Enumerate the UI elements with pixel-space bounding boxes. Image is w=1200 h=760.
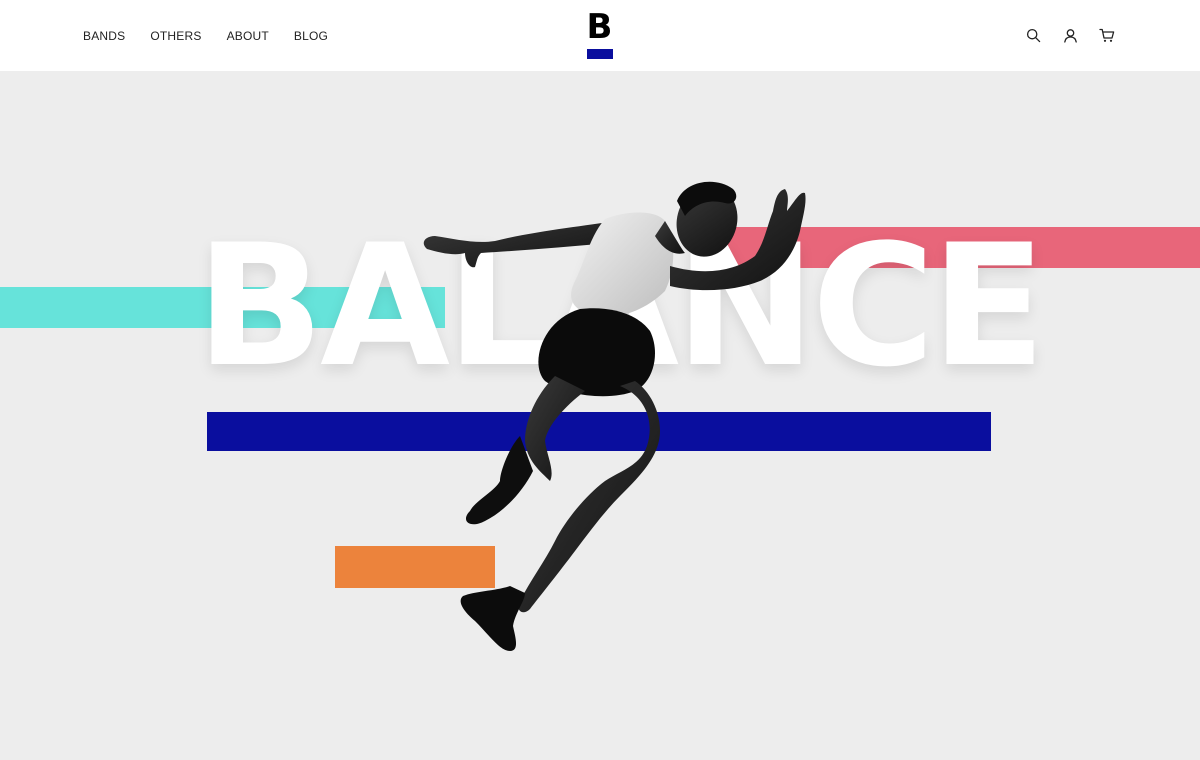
nav-link-about[interactable]: ABOUT [227, 28, 269, 44]
nav-link-others[interactable]: OTHERS [150, 28, 201, 44]
nav-link-bands[interactable]: BANDS [83, 28, 125, 44]
page: BANDS OTHERS ABOUT BLOG B [0, 0, 1200, 760]
logo-bar [587, 49, 613, 59]
cart-icon[interactable] [1098, 26, 1116, 44]
hero-section: BALANCE [0, 71, 1200, 760]
logo-letter: B [586, 7, 613, 47]
header-actions [1005, 26, 1116, 44]
search-icon[interactable] [1024, 26, 1042, 44]
athlete-image [423, 181, 806, 651]
site-header: BANDS OTHERS ABOUT BLOG B [0, 0, 1200, 71]
main-nav: BANDS OTHERS ABOUT BLOG [83, 28, 353, 44]
user-icon[interactable] [1061, 26, 1079, 44]
nav-link-blog[interactable]: BLOG [294, 28, 328, 44]
brand-logo[interactable]: B [586, 7, 613, 59]
